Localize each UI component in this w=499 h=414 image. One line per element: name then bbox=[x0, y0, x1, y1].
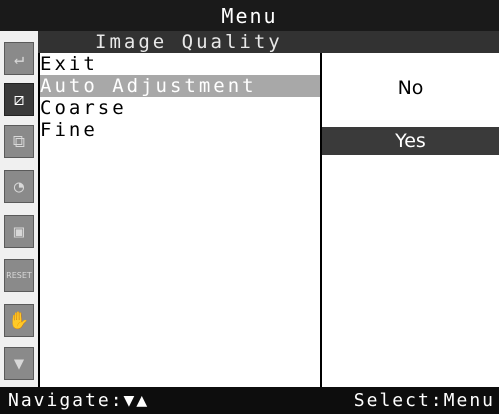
option-no[interactable]: No bbox=[322, 74, 499, 102]
menu-item-coarse[interactable]: Coarse bbox=[40, 97, 320, 119]
select-hint: Select:Menu bbox=[353, 390, 495, 411]
position-icon[interactable]: ⧉ bbox=[4, 125, 34, 158]
navigate-hint: Navigate:▼▲ bbox=[8, 390, 150, 411]
menu-title: Menu bbox=[221, 3, 278, 28]
menu-item-fine[interactable]: Fine bbox=[40, 119, 320, 141]
title-bar: Menu bbox=[0, 0, 499, 31]
option-yes[interactable]: Yes bbox=[322, 127, 499, 155]
sub-header: Image Quality bbox=[0, 31, 499, 53]
menu-item-exit[interactable]: Exit bbox=[40, 53, 320, 75]
status-bar: Navigate:▼▲ Select:Menu bbox=[0, 387, 499, 414]
icon-sidebar: ↵ ⧄ ⧉ ◔ ▣ RESET ✋ ▼ bbox=[0, 31, 38, 387]
page-title: Image Quality bbox=[95, 31, 283, 53]
size-icon[interactable]: ▣ bbox=[4, 215, 34, 248]
scroll-down-icon[interactable]: ▼ bbox=[4, 347, 34, 380]
reset-icon[interactable]: RESET bbox=[4, 259, 34, 292]
return-icon[interactable]: ↵ bbox=[4, 42, 34, 75]
color-palette-icon[interactable]: ◔ bbox=[4, 170, 34, 203]
menu-item-auto-adjustment[interactable]: Auto Adjustment bbox=[40, 75, 322, 97]
hand-icon[interactable]: ✋ bbox=[4, 304, 34, 337]
option-panel: No Yes bbox=[322, 53, 499, 387]
menu-list: Exit Auto Adjustment Coarse Fine bbox=[40, 53, 322, 141]
auto-adjust-icon[interactable]: ⧄ bbox=[4, 83, 34, 116]
